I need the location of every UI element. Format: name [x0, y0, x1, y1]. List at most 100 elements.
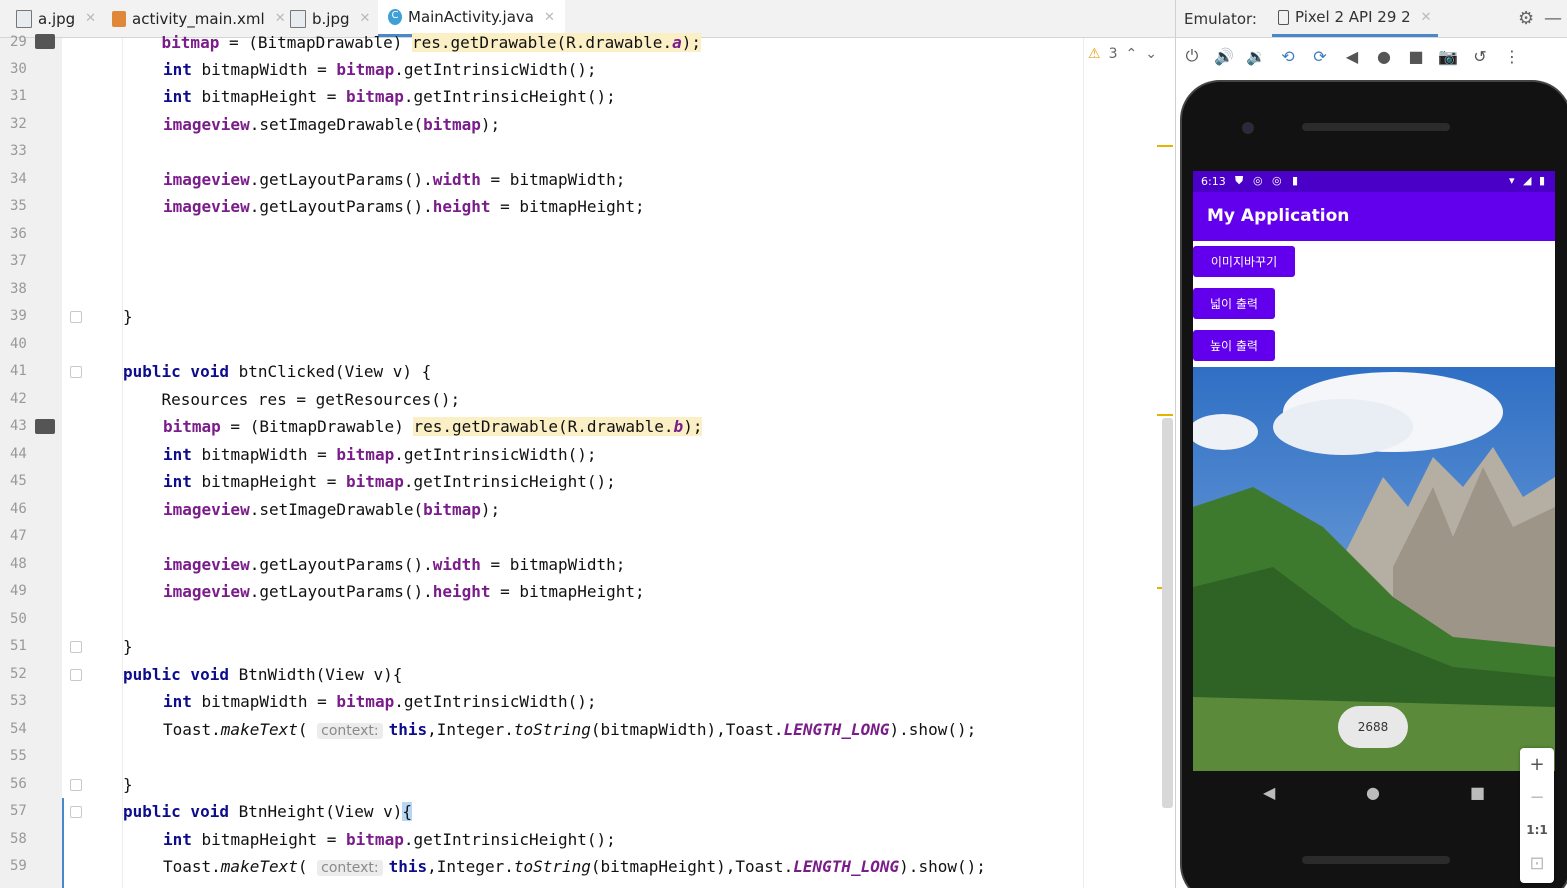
code-token: ( — [297, 720, 318, 739]
tab-emulator-device[interactable]: Pixel 2 API 29 2 ✕ — [1272, 0, 1438, 37]
snapshot-icon[interactable]: ↺ — [1464, 47, 1496, 66]
code-token: bitmapWidth = — [191, 445, 337, 464]
code-line: 58 int bitmapHeight = bitmap.getIntrinsi… — [0, 826, 1080, 853]
line-number: 53 — [10, 693, 27, 709]
wifi-icon: ▾ — [1509, 174, 1515, 187]
code-token: bitmap — [423, 115, 481, 134]
code-token: public void — [123, 802, 229, 821]
home-icon[interactable]: ● — [1366, 783, 1380, 802]
code-token: bitmap — [346, 87, 404, 106]
tab-label: activity_main.xml — [132, 9, 265, 28]
code-token: LENGTH_LONG — [793, 857, 900, 876]
zoom-actual-size-button[interactable]: 1:1 — [1520, 814, 1554, 847]
code-text: Resources res = getResources(); — [123, 390, 461, 409]
close-icon[interactable]: ✕ — [544, 10, 555, 25]
chevron-down-icon[interactable]: ⌄ — [1145, 46, 1157, 62]
code-token: .getIntrinsicHeight(); — [403, 87, 616, 106]
fold-icon[interactable] — [70, 779, 82, 791]
line-number: 34 — [10, 171, 27, 187]
chevron-up-icon[interactable]: ⌃ — [1125, 46, 1137, 62]
close-icon[interactable]: ✕ — [1421, 10, 1432, 25]
fold-icon[interactable] — [70, 669, 82, 681]
code-line: 46 imageview.setImageDrawable(bitmap); — [0, 496, 1080, 523]
line-number: 41 — [10, 363, 27, 379]
code-token: Toast. — [163, 857, 221, 876]
zoom-fit-button[interactable]: ⊡ — [1520, 847, 1554, 880]
code-token: .setImageDrawable( — [249, 115, 424, 134]
volume-down-icon[interactable]: 🔉 — [1240, 47, 1272, 66]
fold-icon[interactable] — [70, 311, 82, 323]
battery-icon: ▮ — [1539, 174, 1546, 187]
gear-icon[interactable]: ⚙ — [1518, 8, 1534, 29]
close-icon[interactable]: ✕ — [85, 11, 96, 26]
rotate-right-icon[interactable]: ⟳ — [1304, 47, 1336, 66]
code-line: 32 imageview.setImageDrawable(bitmap); — [0, 111, 1080, 138]
emulator-label: Emulator: — [1184, 10, 1257, 28]
print-height-button[interactable]: 높이 출력 — [1193, 330, 1275, 361]
code-text: int bitmapHeight = bitmap.getIntrinsicHe… — [163, 83, 616, 110]
fold-icon[interactable] — [70, 641, 82, 653]
volume-up-icon[interactable]: 🔊 — [1208, 47, 1240, 66]
code-token: ( — [297, 857, 318, 876]
line-number: 32 — [10, 116, 27, 132]
image-icon[interactable] — [35, 34, 55, 49]
rotate-left-icon[interactable]: ⟲ — [1272, 47, 1304, 66]
code-token: bitmap — [346, 472, 404, 491]
change-image-button[interactable]: 이미지바꾸기 — [1193, 246, 1295, 277]
code-token: = bitmapHeight; — [490, 197, 645, 216]
zoom-in-button[interactable]: + — [1520, 748, 1554, 781]
zoom-out-button[interactable]: − — [1520, 781, 1554, 814]
fold-icon[interactable] — [70, 366, 82, 378]
sd-card-icon: ▮ — [1292, 174, 1299, 187]
code-token: width — [432, 555, 481, 574]
code-text: public void BtnWidth(View v){ — [123, 661, 402, 688]
print-width-button[interactable]: 넓이 출력 — [1193, 288, 1275, 319]
image-icon[interactable] — [35, 419, 55, 434]
code-line: 43 bitmap = (BitmapDrawable) res.getDraw… — [0, 413, 1080, 440]
line-number: 36 — [10, 226, 27, 242]
code-token: public void — [123, 665, 229, 684]
back-icon[interactable]: ◀ — [1263, 783, 1275, 802]
warning-stripe[interactable] — [1157, 414, 1173, 416]
code-token: .getIntrinsicHeight(); — [403, 472, 616, 491]
toast-message: 2688 — [1338, 706, 1408, 748]
back-icon[interactable]: ◀ — [1336, 47, 1368, 66]
close-icon[interactable]: ✕ — [275, 11, 286, 26]
code-line: 29 bitmap = (BitmapDrawable) res.getDraw… — [0, 29, 1080, 56]
overview-icon[interactable]: ■ — [1470, 783, 1485, 802]
code-text: bitmap = (BitmapDrawable) res.getDrawabl… — [163, 413, 703, 440]
line-number: 55 — [10, 748, 27, 764]
warning-stripe[interactable] — [1157, 145, 1173, 147]
code-text: imageview.getLayoutParams().width = bitm… — [163, 166, 625, 193]
code-line: 59 Toast.makeText( context: this,Integer.… — [0, 853, 1080, 880]
code-token: height — [432, 197, 491, 216]
power-icon[interactable]: ⏻ — [1176, 46, 1208, 66]
code-token: res.getDrawable(R.drawable. — [411, 33, 673, 52]
image-file-icon — [290, 9, 306, 28]
minimize-icon[interactable]: — — [1544, 8, 1562, 29]
code-line: 52 public void BtnWidth(View v){ — [0, 661, 1080, 688]
more-icon[interactable]: ⋮ — [1496, 47, 1528, 66]
device-screen[interactable]: 6:13 ⛊ ◎ ◎ ▮ ▾ ◢ ▮ My Application 이미지바꾸기… — [1193, 171, 1555, 771]
close-icon[interactable]: ✕ — [360, 11, 371, 26]
line-number: 30 — [10, 61, 27, 77]
code-token: makeText — [220, 720, 298, 739]
vertical-scrollbar[interactable] — [1162, 418, 1173, 808]
line-number: 50 — [10, 611, 27, 627]
app-title: My Application — [1193, 192, 1555, 241]
code-text: public void BtnHeight(View v){ — [123, 798, 412, 825]
camera-icon[interactable]: 📷 — [1432, 47, 1464, 66]
line-number: 57 — [10, 803, 27, 819]
code-token: .getLayoutParams(). — [249, 582, 433, 601]
code-text: Toast.makeText( context: this,Integer.toS… — [163, 853, 986, 882]
code-token: imageview — [163, 582, 250, 601]
inspection-widget[interactable]: ⚠ 3 ⌃ ⌄ — [1088, 46, 1157, 62]
fold-icon[interactable] — [70, 806, 82, 818]
code-token: bitmapHeight = — [191, 830, 347, 849]
code-token: imageview — [163, 500, 250, 519]
code-token: .getIntrinsicHeight(); — [403, 830, 616, 849]
overview-icon[interactable]: ■ — [1400, 47, 1432, 66]
code-editor[interactable]: ⚠ 3 ⌃ ⌄ 29 bitmap = (BitmapDrawable) res… — [0, 33, 1175, 888]
home-icon[interactable]: ● — [1368, 47, 1400, 66]
code-token: bitmap — [163, 417, 221, 436]
